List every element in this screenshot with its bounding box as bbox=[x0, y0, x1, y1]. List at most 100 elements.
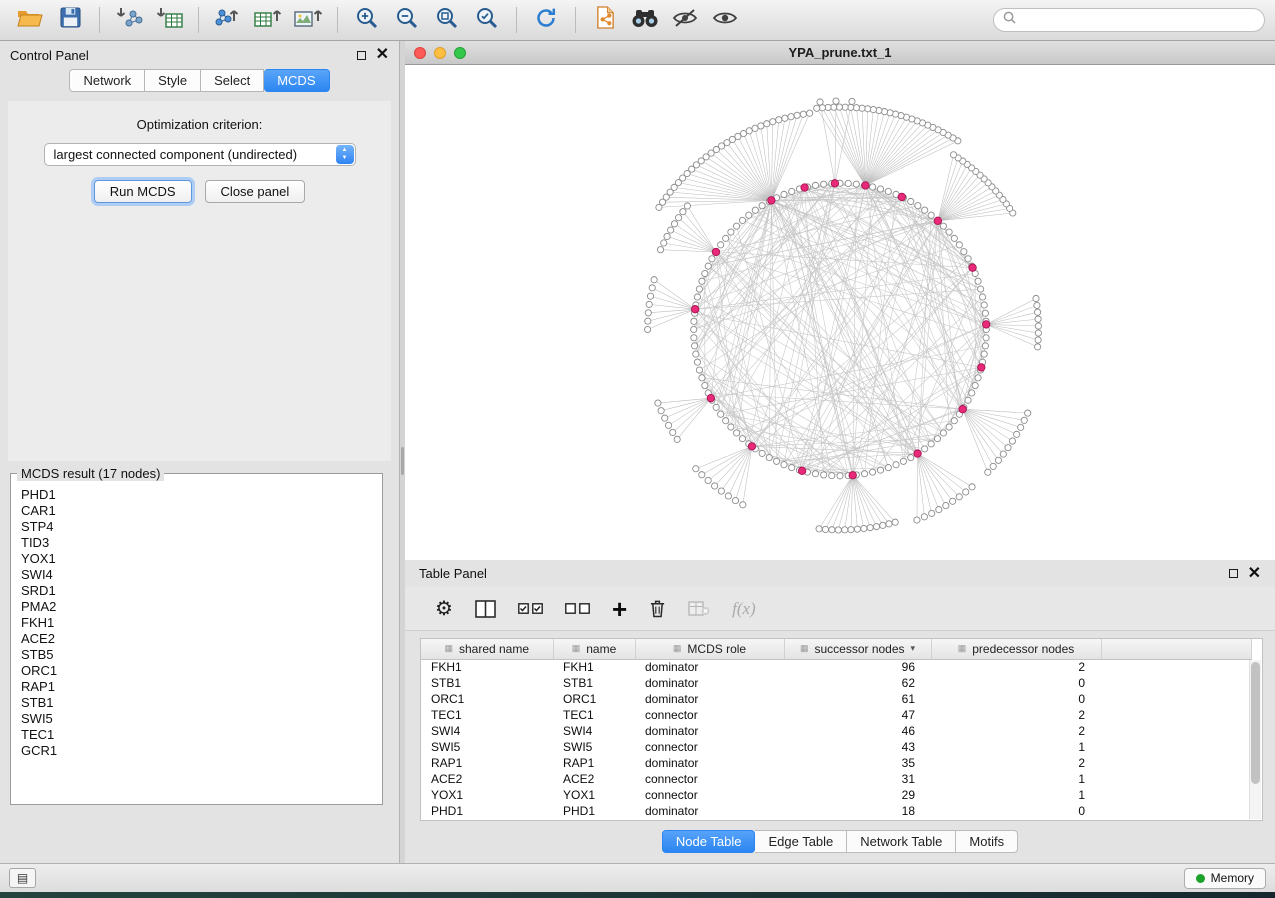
table-cell[interactable]: SWI4 bbox=[553, 723, 635, 739]
tab-node-table[interactable]: Node Table bbox=[662, 830, 756, 853]
table-cell[interactable]: ORC1 bbox=[421, 691, 553, 707]
table-cell[interactable]: 61 bbox=[784, 691, 931, 707]
refresh-button[interactable] bbox=[526, 3, 566, 37]
table-cell[interactable]: dominator bbox=[635, 755, 784, 771]
close-panel-button[interactable]: Close panel bbox=[205, 180, 306, 203]
table-cell[interactable]: 43 bbox=[784, 739, 931, 755]
mcds-result-item[interactable]: FKH1 bbox=[21, 615, 372, 631]
close-table-panel-icon[interactable]: ✕ bbox=[1248, 566, 1261, 582]
table-cell[interactable]: 0 bbox=[931, 675, 1101, 691]
table-cell[interactable]: 0 bbox=[931, 691, 1101, 707]
export-image-button[interactable] bbox=[288, 3, 328, 37]
table-row[interactable]: ORC1ORC1dominator610 bbox=[421, 691, 1251, 707]
table-cell[interactable]: PHD1 bbox=[421, 803, 553, 819]
mcds-result-item[interactable]: STB5 bbox=[21, 647, 372, 663]
table-cell[interactable]: 1 bbox=[931, 771, 1101, 787]
mcds-result-item[interactable]: CAR1 bbox=[21, 503, 372, 519]
table-cell[interactable]: dominator bbox=[635, 675, 784, 691]
mcds-result-item[interactable]: TID3 bbox=[21, 535, 372, 551]
mcds-result-item[interactable]: STP4 bbox=[21, 519, 372, 535]
open-session-button[interactable] bbox=[10, 3, 50, 37]
export-document-button[interactable] bbox=[585, 3, 625, 37]
mcds-result-item[interactable]: SRD1 bbox=[21, 583, 372, 599]
table-cell[interactable]: SWI5 bbox=[421, 739, 553, 755]
table-cell[interactable]: 96 bbox=[784, 659, 931, 675]
table-cell[interactable]: connector bbox=[635, 707, 784, 723]
column-header-successor-nodes[interactable]: ▦successor nodes▾ bbox=[784, 639, 931, 659]
column-header-shared-name[interactable]: ▦shared name bbox=[421, 639, 553, 659]
table-cell[interactable]: SWI4 bbox=[421, 723, 553, 739]
tab-edge-table[interactable]: Edge Table bbox=[755, 830, 847, 853]
table-cell[interactable]: 29 bbox=[784, 787, 931, 803]
table-cell[interactable]: 1 bbox=[931, 739, 1101, 755]
table-cell[interactable]: YOX1 bbox=[421, 787, 553, 803]
table-cell[interactable]: 46 bbox=[784, 723, 931, 739]
table-cell[interactable]: 0 bbox=[931, 803, 1101, 819]
select-all-columns-button[interactable] bbox=[518, 603, 543, 614]
zoom-fit-button[interactable] bbox=[427, 3, 467, 37]
mcds-result-item[interactable]: ACE2 bbox=[21, 631, 372, 647]
table-cell[interactable]: 31 bbox=[784, 771, 931, 787]
table-cell[interactable]: 35 bbox=[784, 755, 931, 771]
table-cell[interactable]: SWI5 bbox=[553, 739, 635, 755]
task-history-button[interactable]: ▤ bbox=[9, 868, 36, 888]
table-cell[interactable]: TEC1 bbox=[553, 707, 635, 723]
criterion-dropdown[interactable]: largest connected component (undirected)… bbox=[44, 143, 356, 166]
table-cell[interactable]: dominator bbox=[635, 723, 784, 739]
table-cell[interactable]: connector bbox=[635, 771, 784, 787]
table-cell[interactable]: STB1 bbox=[553, 675, 635, 691]
window-close-icon[interactable] bbox=[414, 47, 426, 59]
table-cell[interactable]: 2 bbox=[931, 707, 1101, 723]
table-cell[interactable]: connector bbox=[635, 739, 784, 755]
network-canvas[interactable] bbox=[405, 65, 1275, 560]
table-cell[interactable]: YOX1 bbox=[553, 787, 635, 803]
table-cell[interactable]: FKH1 bbox=[553, 659, 635, 675]
mcds-result-item[interactable]: STB1 bbox=[21, 695, 372, 711]
table-row[interactable]: PHD1PHD1dominator180 bbox=[421, 803, 1251, 819]
float-panel-icon[interactable] bbox=[357, 51, 366, 60]
table-cell[interactable]: 1 bbox=[931, 787, 1101, 803]
mcds-result-item[interactable]: ORC1 bbox=[21, 663, 372, 679]
create-column-button[interactable]: + bbox=[612, 596, 627, 622]
table-row[interactable]: SWI5SWI5connector431 bbox=[421, 739, 1251, 755]
mcds-result-item[interactable]: TEC1 bbox=[21, 727, 372, 743]
zoom-out-button[interactable] bbox=[387, 3, 427, 37]
table-row[interactable]: RAP1RAP1dominator352 bbox=[421, 755, 1251, 771]
table-scrollbar-thumb[interactable] bbox=[1251, 662, 1260, 784]
clear-equation-button[interactable] bbox=[688, 601, 710, 616]
table-row[interactable]: SWI4SWI4dominator462 bbox=[421, 723, 1251, 739]
table-row[interactable]: STB1STB1dominator620 bbox=[421, 675, 1251, 691]
table-cell[interactable]: connector bbox=[635, 787, 784, 803]
table-cell[interactable]: FKH1 bbox=[421, 659, 553, 675]
table-cell[interactable]: ORC1 bbox=[553, 691, 635, 707]
table-cell[interactable]: 2 bbox=[931, 723, 1101, 739]
tab-network-table[interactable]: Network Table bbox=[847, 830, 956, 853]
table-row[interactable]: TEC1TEC1connector472 bbox=[421, 707, 1251, 723]
table-scrollbar[interactable] bbox=[1249, 660, 1261, 819]
import-network-button[interactable] bbox=[109, 3, 149, 37]
table-cell[interactable]: RAP1 bbox=[553, 755, 635, 771]
table-cell[interactable]: 18 bbox=[784, 803, 931, 819]
run-mcds-button[interactable]: Run MCDS bbox=[94, 180, 192, 203]
tab-motifs[interactable]: Motifs bbox=[956, 830, 1018, 853]
table-settings-button[interactable]: ⚙ bbox=[435, 596, 453, 621]
column-header-mcds-role[interactable]: ▦MCDS role bbox=[635, 639, 784, 659]
tab-select[interactable]: Select bbox=[201, 69, 264, 92]
zoom-in-button[interactable] bbox=[347, 3, 387, 37]
mcds-result-item[interactable]: GCR1 bbox=[21, 743, 372, 759]
tab-style[interactable]: Style bbox=[145, 69, 201, 92]
float-table-panel-icon[interactable] bbox=[1229, 569, 1238, 578]
table-cell[interactable]: dominator bbox=[635, 659, 784, 675]
column-header-name[interactable]: ▦name bbox=[553, 639, 635, 659]
table-cell[interactable]: STB1 bbox=[421, 675, 553, 691]
sort-arrow-icon[interactable]: ▾ bbox=[911, 643, 916, 654]
table-cell[interactable]: 2 bbox=[931, 755, 1101, 771]
network-window-titlebar[interactable]: YPA_prune.txt_1 bbox=[405, 41, 1275, 65]
zoom-selected-button[interactable] bbox=[467, 3, 507, 37]
import-table-button[interactable] bbox=[149, 3, 189, 37]
function-builder-button[interactable]: f(x) bbox=[732, 599, 756, 619]
memory-button[interactable]: Memory bbox=[1184, 868, 1266, 889]
search-field[interactable] bbox=[993, 8, 1265, 32]
table-row[interactable]: ACE2ACE2connector311 bbox=[421, 771, 1251, 787]
mcds-result-item[interactable]: SWI4 bbox=[21, 567, 372, 583]
